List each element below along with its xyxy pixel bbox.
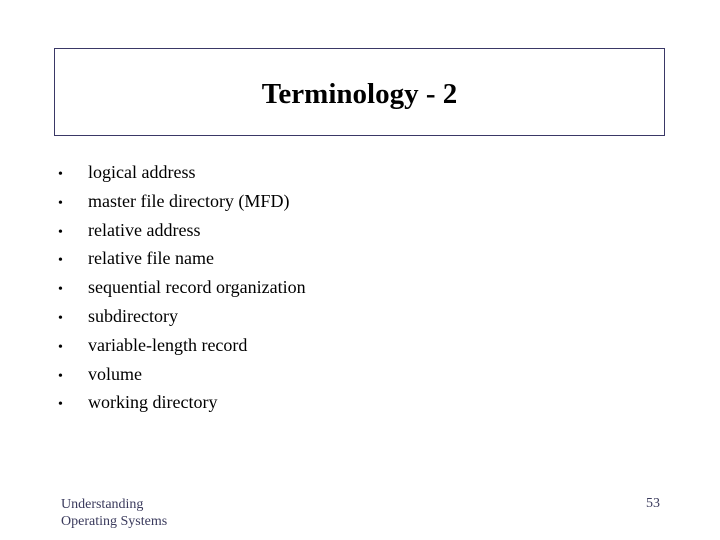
bullet-icon: • xyxy=(58,167,63,182)
bullet-icon: • xyxy=(58,339,63,355)
bullet-icon: • xyxy=(58,195,63,211)
bullet-icon: • xyxy=(58,397,63,413)
list-item: • relative address xyxy=(58,220,306,249)
item-text: relative file name xyxy=(88,248,214,269)
list-item: • master file directory (MFD) xyxy=(58,191,306,220)
list-item: • working directory xyxy=(58,392,306,421)
list-item: • sequential record organization xyxy=(58,277,306,306)
footer-book-title: Understanding Operating Systems xyxy=(61,496,167,530)
bullet-list: • logical address • master file directory … xyxy=(58,162,306,421)
item-text: logical address xyxy=(88,162,196,182)
item-text: relative address xyxy=(88,219,201,240)
item-text: master file directory (MFD) xyxy=(88,190,290,211)
list-item: • relative file name xyxy=(58,248,306,277)
slide-title: Terminology - 2 xyxy=(261,77,458,110)
item-text: variable-length record xyxy=(88,334,248,355)
title-box: Terminology - 2 xyxy=(54,48,665,136)
bullet-icon: • xyxy=(58,253,63,269)
item-text: volume xyxy=(88,363,142,384)
list-item: • logical address xyxy=(58,162,306,191)
bullet-icon: • xyxy=(58,224,63,240)
list-item: • subdirectory xyxy=(58,306,306,335)
list-item: • volume xyxy=(58,364,306,393)
item-text: working directory xyxy=(88,392,218,413)
bullet-icon: • xyxy=(58,282,63,298)
footer-line-2: Operating Systems xyxy=(61,514,168,529)
bullet-icon: • xyxy=(58,368,63,384)
page-number: 53 xyxy=(646,496,660,511)
item-text: sequential record organization xyxy=(88,277,306,298)
list-item: • variable-length record xyxy=(58,335,306,364)
bullet-icon: • xyxy=(58,310,63,326)
item-text: subdirectory xyxy=(88,305,178,326)
footer-line-1: Understanding xyxy=(61,497,144,512)
